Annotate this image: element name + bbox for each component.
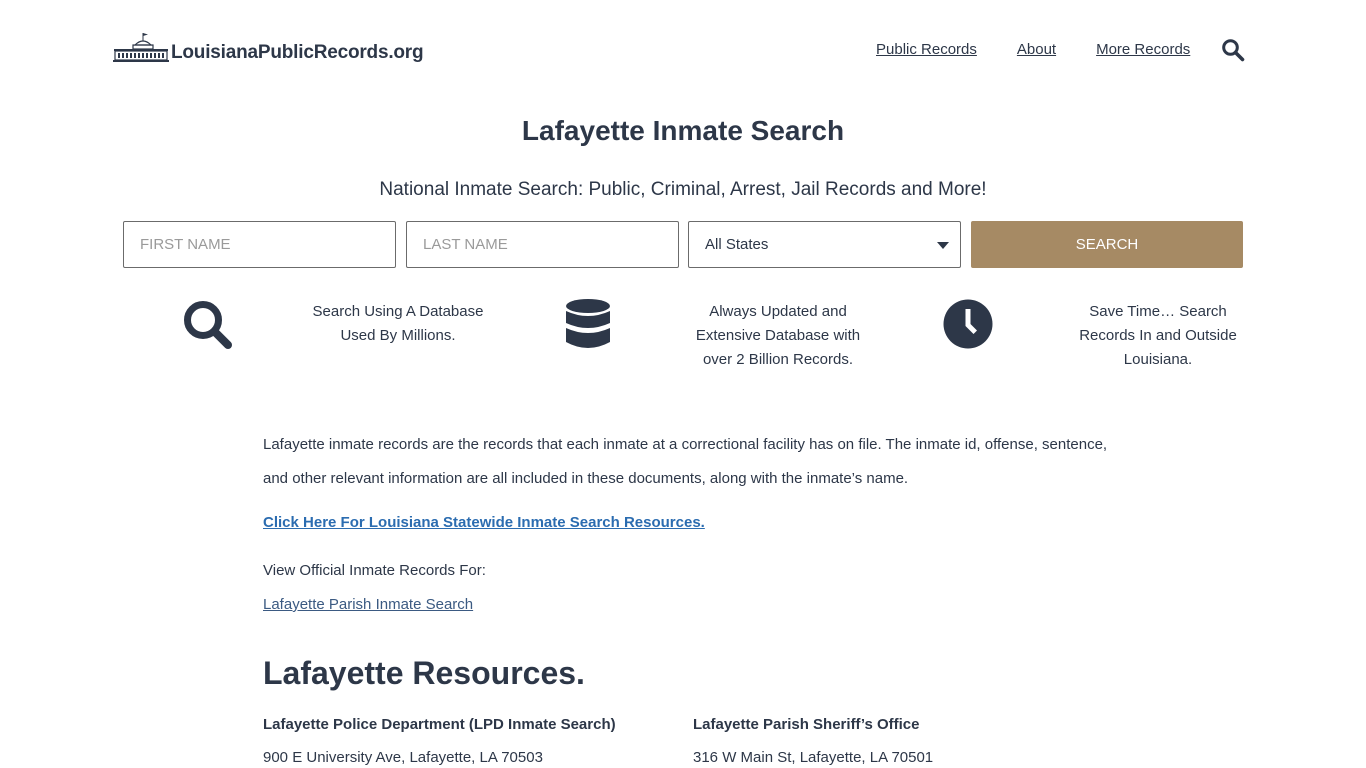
view-records-label: View Official Inmate Records For: xyxy=(263,562,486,579)
resource-card-sheriff: Lafayette Parish Sheriff’s Office 316 W … xyxy=(693,714,1113,768)
nav-public-records[interactable]: Public Records xyxy=(876,40,977,60)
page-subtitle: National Inmate Search: Public, Criminal… xyxy=(379,179,987,200)
last-name-input[interactable] xyxy=(406,221,679,268)
parish-link-paragraph: Lafayette Parish Inmate Search xyxy=(263,594,1113,616)
feature-text-database: Always Updated and Extensive Database wi… xyxy=(695,303,861,368)
search-button[interactable]: SEARCH xyxy=(971,221,1243,268)
state-select[interactable]: All States xyxy=(688,221,961,268)
clock-icon xyxy=(943,299,993,349)
resource-address: 316 W Main St, Lafayette, LA 70501 xyxy=(693,749,934,766)
resources-heading: Lafayette Resources. xyxy=(263,655,585,691)
chevron-down-icon xyxy=(937,242,949,249)
nav-more-records[interactable]: More Records xyxy=(1096,40,1190,60)
intro-paragraph: Lafayette inmate records are the records… xyxy=(263,436,1108,487)
state-select-value: All States xyxy=(705,236,769,253)
nav-about[interactable]: About xyxy=(1017,40,1056,60)
header-search-button[interactable] xyxy=(1221,38,1245,62)
search-icon xyxy=(1222,39,1245,62)
site-header: LouisianaPublicRecords.org Public Record… xyxy=(0,0,1366,100)
statewide-link-paragraph: Click Here For Louisiana Statewide Inmat… xyxy=(263,512,1113,534)
capitol-building-icon xyxy=(113,33,169,62)
parish-inmate-search-link[interactable]: Lafayette Parish Inmate Search xyxy=(263,596,473,613)
resource-name: Lafayette Parish Sheriff’s Office xyxy=(693,716,920,733)
resource-name: Lafayette Police Department (LPD Inmate … xyxy=(263,716,616,733)
database-icon xyxy=(566,299,610,348)
logo-text: LouisianaPublicRecords.org xyxy=(171,42,424,63)
page-title: Lafayette Inmate Search xyxy=(521,115,845,146)
inmate-search-form: All States SEARCH xyxy=(123,221,1243,268)
feature-text-search: Search Using A Database Used By Millions… xyxy=(312,303,484,344)
feature-text-time: Save Time… Search Records In and Outside… xyxy=(1079,303,1237,368)
resource-card-police: Lafayette Police Department (LPD Inmate … xyxy=(263,714,683,768)
site-logo[interactable]: LouisianaPublicRecords.org xyxy=(113,32,424,63)
first-name-input[interactable] xyxy=(123,221,396,268)
features-row: Search Using A Database Used By Millions… xyxy=(0,298,1366,378)
statewide-inmate-search-link[interactable]: Click Here For Louisiana Statewide Inmat… xyxy=(263,514,705,531)
search-icon xyxy=(184,301,232,349)
resource-address: 900 E University Ave, Lafayette, LA 7050… xyxy=(263,749,543,766)
main-nav: Public Records About More Records xyxy=(876,40,1190,60)
